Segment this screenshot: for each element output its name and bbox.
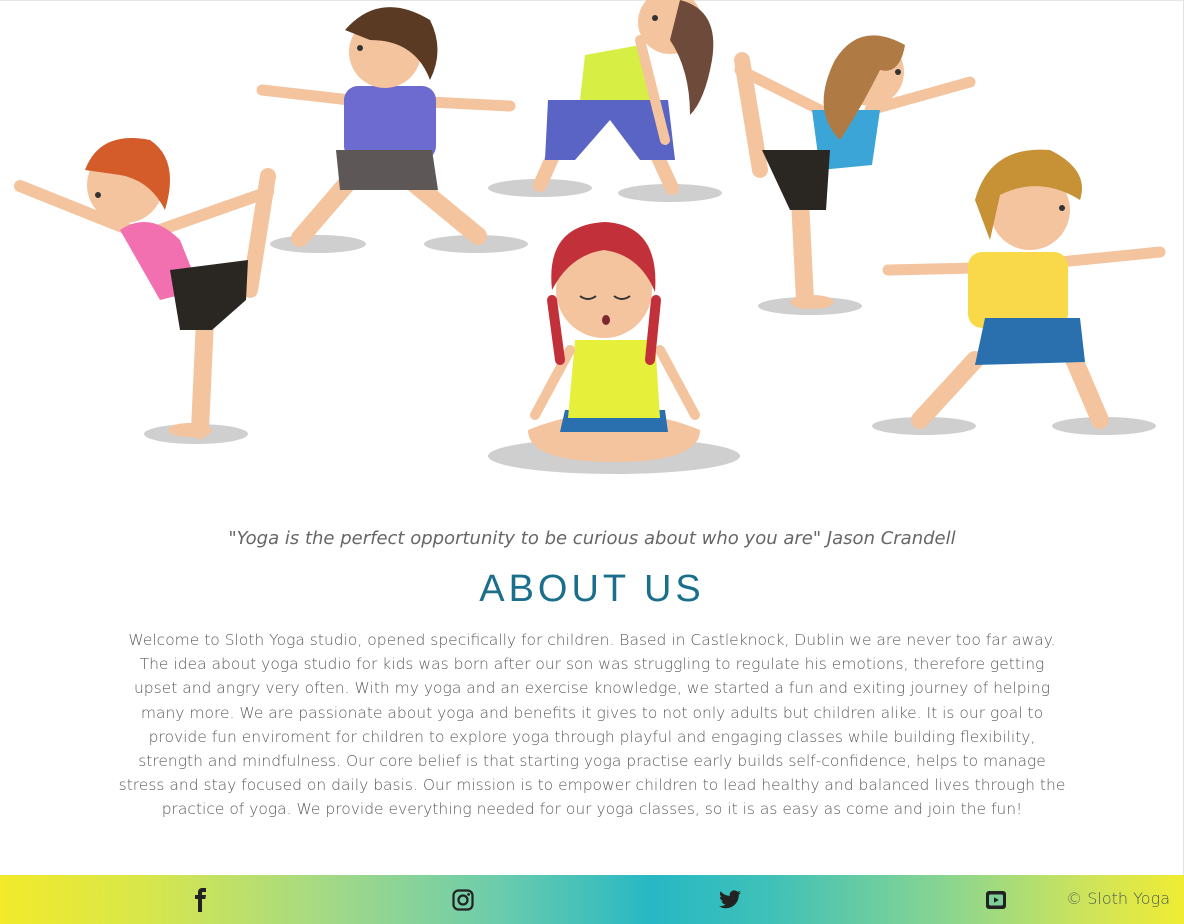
youtube-icon[interactable] [983,887,1009,913]
hero-illustration [0,0,1184,500]
twitter-icon[interactable] [717,887,743,913]
girl-dancer-left [14,138,276,439]
copyright-text: © Sloth Yoga [1066,889,1170,908]
boy-warrior-yellow [882,149,1166,429]
boy-warrior-purple [256,7,516,247]
facebook-icon[interactable] [188,887,214,913]
girl-meditation-center [528,222,700,462]
quote-text: "Yoga is the perfect opportunity to be c… [228,528,956,549]
instagram-icon[interactable] [450,887,476,913]
footer: © Sloth Yoga [0,875,1184,924]
about-title: ABOUT US [479,568,705,610]
girl-side-bend [533,0,714,195]
about-text: Welcome to Sloth Yoga studio, opened spe… [118,631,1066,819]
